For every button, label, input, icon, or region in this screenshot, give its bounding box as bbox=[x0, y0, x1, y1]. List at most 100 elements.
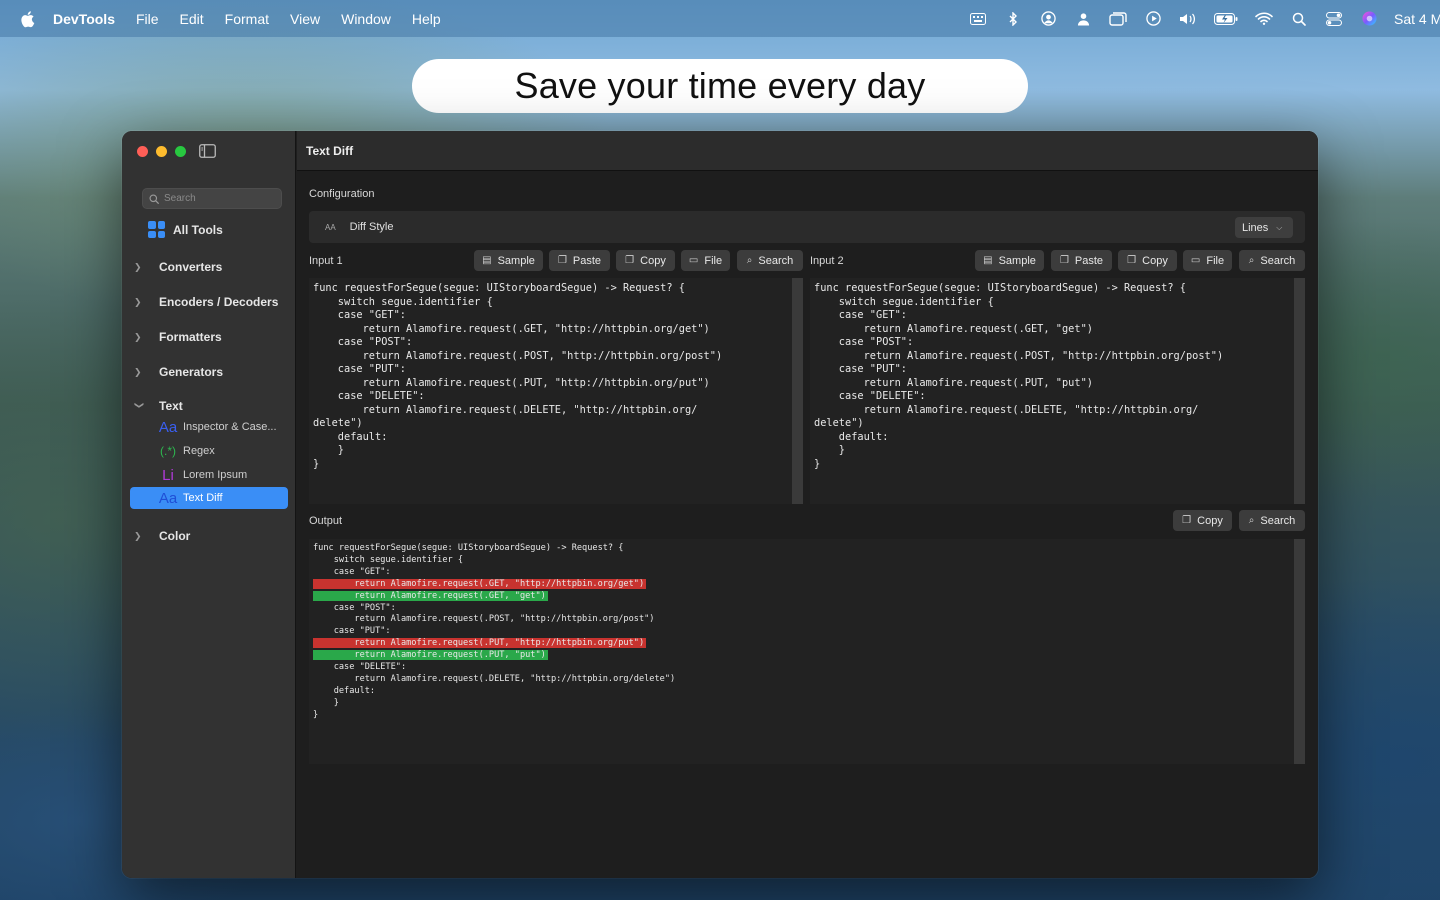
lorem-ipsum-icon: Li bbox=[162, 466, 174, 484]
copy-icon: ❐ bbox=[1182, 515, 1192, 526]
diff-style-select[interactable]: Lines ⌵ bbox=[1235, 217, 1293, 238]
user-circle-icon[interactable] bbox=[1039, 11, 1057, 26]
chevron-right-icon: ❯ bbox=[134, 530, 142, 541]
output-copy-button[interactable]: ❐ Copy bbox=[1173, 510, 1232, 531]
sidebar-group-color[interactable]: ❯ Color bbox=[134, 529, 190, 543]
sidebar-item-label: Text Diff bbox=[183, 492, 223, 504]
minimize-window-button[interactable] bbox=[156, 146, 167, 157]
diff-style-value: Lines bbox=[1242, 221, 1269, 234]
output-search-button[interactable]: ⌕ Search bbox=[1239, 510, 1305, 531]
folder-icon: ▭ bbox=[688, 255, 699, 266]
apple-menu-icon[interactable] bbox=[18, 10, 36, 28]
wifi-icon[interactable] bbox=[1255, 12, 1273, 26]
input1-scrollbar[interactable] bbox=[792, 278, 803, 504]
chevron-right-icon: ❯ bbox=[134, 261, 142, 272]
menu-file[interactable]: File bbox=[136, 11, 159, 27]
sidebar-item-text-diff[interactable]: Aa Text Diff bbox=[130, 487, 288, 509]
input1-copy-button[interactable]: ❐ Copy bbox=[616, 250, 675, 271]
person-icon[interactable] bbox=[1074, 12, 1092, 26]
battery-icon[interactable] bbox=[1214, 12, 1238, 26]
sidebar-group-formatters[interactable]: ❯ Formatters bbox=[134, 330, 222, 344]
sample-icon: ▤ bbox=[482, 255, 492, 266]
sidebar-group-label: Text bbox=[159, 399, 183, 413]
screen-mirroring-icon[interactable] bbox=[1109, 11, 1127, 26]
input1-paste-button[interactable]: ❐ Paste bbox=[549, 250, 610, 271]
input1-editor[interactable]: func requestForSegue(segue: UIStoryboard… bbox=[309, 278, 792, 504]
close-window-button[interactable] bbox=[137, 146, 148, 157]
sidebar-group-generators[interactable]: ❯ Generators bbox=[134, 365, 223, 379]
input1-file-button[interactable]: ▭ File bbox=[681, 250, 730, 271]
configuration-label: Configuration bbox=[309, 188, 375, 200]
diff-line: } bbox=[313, 709, 319, 720]
input2-sample-button[interactable]: ▤ Sample bbox=[975, 250, 1044, 271]
sidebar-group-text[interactable]: ❯ Text bbox=[134, 399, 183, 413]
search-icon: ⌕ bbox=[746, 255, 753, 266]
input2-search-button[interactable]: ⌕ Search bbox=[1239, 250, 1305, 271]
input2-editor[interactable]: func requestForSegue(segue: UIStoryboard… bbox=[810, 278, 1294, 504]
diff-style-label: Diff Style bbox=[349, 221, 394, 233]
zoom-window-button[interactable] bbox=[175, 146, 186, 157]
sidebar-item-regex[interactable]: (.*) Regex bbox=[157, 440, 215, 462]
menu-edit[interactable]: Edit bbox=[180, 11, 204, 27]
input1-sample-button[interactable]: ▤ Sample bbox=[474, 250, 543, 271]
promo-banner: Save your time every day bbox=[412, 59, 1028, 113]
menu-window[interactable]: Window bbox=[341, 11, 391, 27]
paste-icon: ❐ bbox=[1059, 255, 1069, 266]
input2-label: Input 2 bbox=[810, 255, 844, 267]
sidebar-item-lorem-ipsum[interactable]: Li Lorem Ipsum bbox=[157, 464, 247, 486]
chevron-down-icon: ❯ bbox=[134, 401, 145, 409]
diff-line: case "DELETE": bbox=[313, 662, 407, 673]
volume-icon[interactable] bbox=[1179, 12, 1197, 26]
chevron-right-icon: ❯ bbox=[134, 331, 142, 342]
bluetooth-icon[interactable] bbox=[1004, 11, 1022, 26]
sidebar-group-converters[interactable]: ❯ Converters bbox=[134, 260, 222, 274]
all-tools-label: All Tools bbox=[173, 222, 223, 237]
sidebar-item-label: Regex bbox=[183, 445, 215, 457]
diff-line-removed: return Alamofire.request(.PUT, "http://h… bbox=[313, 638, 647, 649]
search-icon: ⌕ bbox=[1248, 255, 1255, 266]
input1-search-button[interactable]: ⌕ Search bbox=[737, 250, 803, 271]
menu-format[interactable]: Format bbox=[225, 11, 269, 27]
keyboard-icon[interactable] bbox=[969, 12, 987, 26]
diff-line: func requestForSegue(segue: UIStoryboard… bbox=[313, 543, 624, 553]
sidebar-toggle-icon[interactable] bbox=[199, 144, 216, 158]
menu-view[interactable]: View bbox=[290, 11, 320, 27]
input2-scrollbar[interactable] bbox=[1294, 278, 1305, 504]
sidebar-item-all-tools[interactable]: All Tools bbox=[148, 221, 223, 238]
diff-line: case "POST": bbox=[313, 602, 396, 613]
chevron-right-icon: ❯ bbox=[134, 366, 142, 377]
play-circle-icon[interactable] bbox=[1144, 11, 1162, 26]
sidebar-group-encoders-decoders[interactable]: ❯ Encoders / Decoders bbox=[134, 295, 278, 309]
sidebar-group-label: Encoders / Decoders bbox=[159, 295, 279, 309]
diff-line: return Alamofire.request(.POST, "http://… bbox=[313, 614, 655, 625]
diff-output[interactable]: func requestForSegue(segue: UIStoryboard… bbox=[309, 539, 1294, 764]
status-area: Sat 4 M bbox=[952, 0, 1440, 37]
chevron-down-icon: ⌵ bbox=[1276, 222, 1283, 232]
diff-line-added: return Alamofire.request(.PUT, "put") bbox=[313, 650, 548, 661]
menu-help[interactable]: Help bbox=[412, 11, 441, 27]
sidebar: All Tools ❯ Converters ❯ Encoders / Deco… bbox=[122, 131, 296, 878]
menubar-clock[interactable]: Sat 4 M bbox=[1394, 11, 1440, 27]
siri-icon[interactable] bbox=[1360, 11, 1378, 26]
diff-line: return Alamofire.request(.DELETE, "http:… bbox=[313, 673, 676, 684]
input2-file-button[interactable]: ▭ File bbox=[1183, 250, 1232, 271]
diff-line-added: return Alamofire.request(.GET, "get") bbox=[313, 590, 548, 601]
sidebar-group-label: Generators bbox=[159, 365, 224, 379]
sidebar-search[interactable] bbox=[142, 188, 282, 209]
input1-label: Input 1 bbox=[309, 255, 343, 267]
sidebar-item-label: Inspector & Case... bbox=[183, 421, 277, 433]
sidebar-group-label: Converters bbox=[159, 260, 223, 274]
diff-line: case "GET": bbox=[313, 566, 391, 577]
main-content: Text Diff Configuration AA Diff Style Li… bbox=[297, 131, 1318, 878]
window-title: Text Diff bbox=[297, 131, 1318, 171]
input2-copy-button[interactable]: ❐ Copy bbox=[1118, 250, 1177, 271]
sidebar-search-input[interactable] bbox=[164, 193, 274, 204]
diff-style-row: AA Diff Style Lines ⌵ bbox=[309, 211, 1305, 243]
menu-app-name[interactable]: DevTools bbox=[53, 11, 115, 27]
sidebar-item-inspector[interactable]: Aa Inspector & Case... bbox=[157, 416, 277, 438]
diff-line: switch segue.identifier { bbox=[313, 554, 464, 565]
output-scrollbar[interactable] bbox=[1294, 539, 1305, 764]
spotlight-search-icon[interactable] bbox=[1290, 12, 1308, 26]
input2-paste-button[interactable]: ❐ Paste bbox=[1051, 250, 1112, 271]
control-center-icon[interactable] bbox=[1325, 11, 1343, 26]
